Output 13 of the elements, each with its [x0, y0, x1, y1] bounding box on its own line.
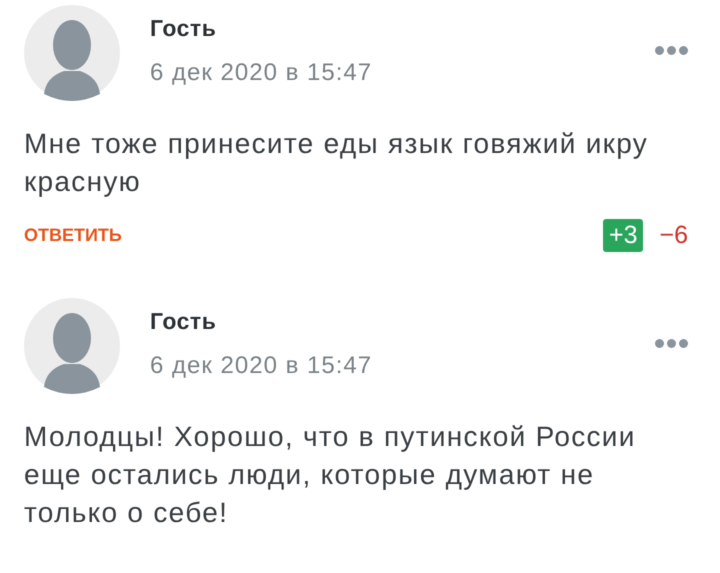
more-icon[interactable]	[655, 339, 688, 348]
author-name: Гость	[150, 308, 218, 335]
comment-date: 6 дек 2020 в 15:47	[150, 59, 374, 87]
avatar-icon	[24, 298, 120, 394]
author-name: Гость	[150, 15, 218, 42]
more-icon[interactable]	[655, 46, 688, 55]
avatar-icon	[24, 5, 120, 101]
comment-date: 6 дек 2020 в 15:47	[150, 352, 374, 380]
comment-text: Молодцы! Хорошо, что в путинской России еще остались люди, которые думают не только о себе!	[24, 420, 637, 530]
comment-text: Мне тоже принесите еды язык говяжий икру красную	[24, 127, 650, 199]
reply-link[interactable]: ОТВЕТИТЬ	[24, 225, 122, 246]
upvote-count[interactable]: +3	[602, 219, 644, 252]
downvote-count[interactable]: −6	[657, 219, 690, 252]
